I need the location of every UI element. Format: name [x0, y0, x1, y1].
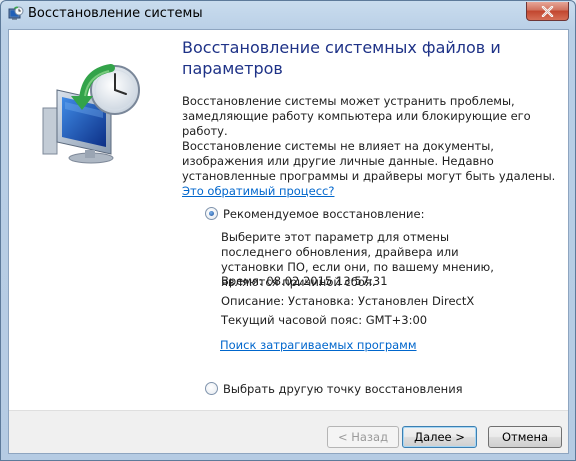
back-button[interactable]: < Назад: [327, 426, 399, 448]
system-restore-window: Восстановление системы Восстановление си…: [0, 0, 576, 461]
recommended-restore-label[interactable]: Рекомендуемое восстановление:: [223, 207, 424, 221]
title-bar[interactable]: Восстановление системы: [1, 1, 575, 29]
close-icon: [541, 5, 554, 17]
close-button[interactable]: [526, 2, 569, 21]
other-restore-point-radio[interactable]: [205, 382, 218, 395]
cancel-button[interactable]: Отмена: [488, 426, 562, 448]
next-button[interactable]: Далее >: [402, 426, 477, 448]
restore-description: Описание: Установка: Установлен DirectX: [221, 294, 475, 308]
scan-affected-programs-link[interactable]: Поиск затрагиваемых программ: [220, 338, 417, 352]
intro-text: Восстановление системы может устранить п…: [182, 94, 531, 138]
dialog-client-area: Восстановление системных файлов и параме…: [8, 29, 569, 454]
system-restore-monitor-clock-icon: [42, 64, 140, 164]
content-panel: Восстановление системных файлов и параме…: [9, 30, 568, 410]
restore-time: Время: 08.02.2015 13:57:31: [221, 274, 388, 288]
other-restore-point-label[interactable]: Выбрать другую точку восстановления: [223, 382, 463, 396]
timezone-text: Текущий часовой пояс: GMT+3:00: [221, 313, 428, 327]
info-text: Восстановление системы не влияет на доку…: [182, 139, 556, 183]
system-restore-icon: [8, 6, 24, 20]
footer-separator: [9, 410, 568, 411]
reversible-process-link[interactable]: Это обратимый процесс?: [182, 184, 334, 198]
page-title: Восстановление системных файлов и параме…: [182, 38, 501, 78]
info-paragraph: Восстановление системы не влияет на доку…: [182, 139, 560, 199]
recommended-restore-radio[interactable]: [205, 207, 218, 220]
window-title: Восстановление системы: [28, 6, 203, 21]
